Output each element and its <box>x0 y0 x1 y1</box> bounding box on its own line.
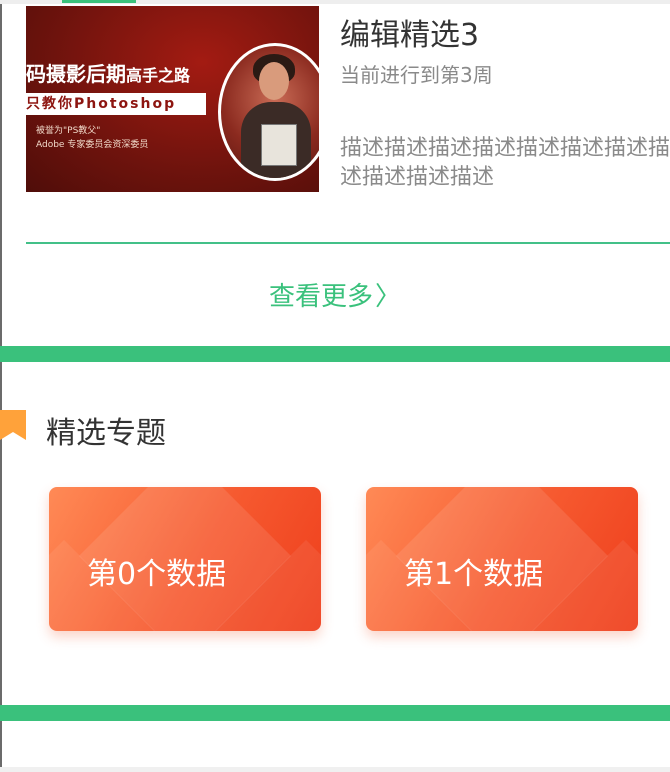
featured-course-card[interactable]: 码摄影后期高手之路 只教你Photoshop 被誉为"PS教父" Adobe 专… <box>26 6 670 194</box>
course-title: 编辑精选3 <box>340 18 480 53</box>
section-title: 精选专题 <box>46 416 166 451</box>
course-description: 描述描述描述描述描述描述描述描述描述描述描述 <box>340 136 670 190</box>
instructor-portrait <box>218 43 319 181</box>
topic-card-label: 第1个数据 <box>404 557 544 592</box>
window-left-edge <box>0 0 2 772</box>
card-divider <box>26 242 670 244</box>
topic-card-0[interactable]: 第0个数据 <box>49 487 321 631</box>
active-tab-indicator <box>62 0 136 3</box>
topic-card-label: 第0个数据 <box>87 557 227 592</box>
thumbnail-banner: 只教你Photoshop <box>26 93 206 115</box>
bottom-divider <box>0 767 670 772</box>
view-more-label: 查看更多 <box>268 282 373 312</box>
view-more-link[interactable]: 查看更多〉 <box>0 276 670 313</box>
bookmark-icon <box>0 410 26 440</box>
thumbnail-headline: 码摄影后期高手之路 <box>26 62 191 86</box>
chevron-right-icon: 〉 <box>375 282 402 312</box>
topic-card-1[interactable]: 第1个数据 <box>366 487 638 631</box>
course-thumbnail[interactable]: 码摄影后期高手之路 只教你Photoshop 被誉为"PS教父" Adobe 专… <box>26 6 319 192</box>
section-separator <box>0 705 670 721</box>
thumbnail-subtitle: 被誉为"PS教父" Adobe 专家委员会资深委员 <box>36 126 149 150</box>
section-separator <box>0 346 670 362</box>
course-progress: 当前进行到第3周 <box>340 63 493 87</box>
